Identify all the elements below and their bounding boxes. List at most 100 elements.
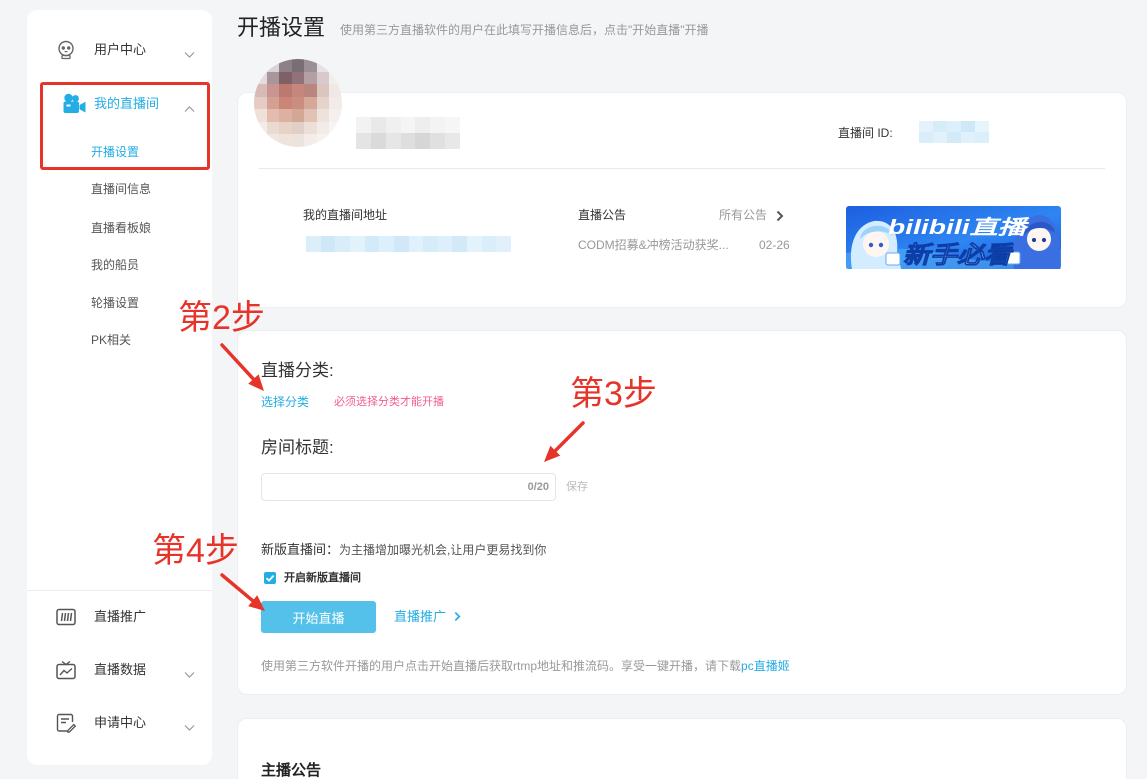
mosaic-cell bbox=[329, 109, 342, 122]
mosaic-cell bbox=[919, 132, 933, 143]
mosaic-cell bbox=[423, 236, 438, 252]
mosaic-cell bbox=[291, 59, 305, 72]
mosaic-cell bbox=[329, 59, 342, 72]
new-room-checkbox-label[interactable]: 开启新版直播间 bbox=[284, 570, 361, 586]
select-category-link[interactable]: 选择分类 bbox=[261, 394, 309, 410]
start-live-button[interactable]: 开始直播 bbox=[261, 601, 376, 633]
all-announcements-link[interactable]: 所有公告 bbox=[719, 207, 767, 223]
mosaic-cell bbox=[279, 59, 292, 72]
chevron-down-icon bbox=[184, 719, 195, 731]
mosaic-cell bbox=[437, 236, 453, 252]
mosaic-cell bbox=[316, 71, 330, 85]
mosaic-cell bbox=[254, 59, 267, 72]
room-title-input[interactable] bbox=[262, 474, 512, 500]
sidebar-item-label: 我的直播间 bbox=[94, 96, 160, 111]
mosaic-cell bbox=[291, 71, 305, 85]
user-face-icon bbox=[56, 40, 76, 60]
mosaic-cell bbox=[266, 71, 280, 85]
mosaic-cell bbox=[266, 109, 280, 122]
mosaic-cell bbox=[349, 236, 365, 252]
page-root: 用户中心 我的直播间 开播设置 直播间信息 直播看板娘 我的船员 轮播设置 PK… bbox=[0, 0, 1147, 779]
mosaic-cell bbox=[291, 96, 305, 110]
mosaic-cell bbox=[304, 71, 317, 85]
chevron-right-icon bbox=[454, 610, 461, 626]
sidebar-divider bbox=[27, 590, 212, 591]
mosaic-cell bbox=[316, 134, 330, 147]
sidebar-item-label: 直播推广 bbox=[94, 609, 147, 624]
mosaic-cell bbox=[415, 133, 431, 149]
sidebar-subitem-room-info[interactable]: 直播间信息 bbox=[91, 179, 151, 199]
mosaic-cell bbox=[975, 132, 989, 143]
live-promotion-label: 直播推广 bbox=[394, 609, 447, 624]
mosaic-cell bbox=[316, 84, 330, 97]
streamer-notice-title: 主播公告 bbox=[261, 762, 322, 779]
mosaic-cell bbox=[304, 121, 317, 135]
mosaic-cell bbox=[379, 236, 394, 252]
mosaic-cell bbox=[430, 117, 446, 133]
sidebar-subitem-crew[interactable]: 我的船员 bbox=[91, 255, 139, 275]
mosaic-cell bbox=[496, 236, 511, 252]
sidebar: 用户中心 我的直播间 开播设置 直播间信息 直播看板娘 我的船员 轮播设置 PK… bbox=[27, 10, 212, 765]
mosaic-cell bbox=[408, 236, 424, 252]
mosaic-cell bbox=[316, 59, 330, 72]
mosaic-cell bbox=[933, 121, 947, 132]
mosaic-cell bbox=[975, 121, 989, 132]
sidebar-subitem-pk[interactable]: PK相关 bbox=[91, 330, 131, 350]
mosaic-cell bbox=[254, 96, 267, 110]
sidebar-subitem-stream-settings[interactable]: 开播设置 bbox=[91, 142, 139, 162]
mosaic-cell bbox=[393, 236, 409, 252]
newbie-guide-banner[interactable]: bilibili直播 新手必看 bbox=[846, 206, 1061, 269]
mosaic-cell bbox=[415, 117, 431, 133]
mosaic-cell bbox=[481, 236, 497, 252]
sidebar-item-promotion[interactable]: 直播推广 bbox=[27, 602, 212, 632]
mosaic-cell bbox=[356, 117, 371, 133]
footer-note-text: 使用第三方软件开播的用户点击开始直播后获取rtmp地址和推流码。享受一键开播，请… bbox=[261, 659, 742, 673]
mosaic-cell bbox=[304, 59, 317, 72]
document-edit-icon bbox=[56, 713, 76, 733]
mosaic-cell bbox=[335, 236, 350, 252]
tv-chart-icon bbox=[56, 660, 76, 680]
download-pc-app-link[interactable]: pc直播姬 bbox=[741, 659, 790, 673]
sidebar-item-my-live-room[interactable]: 我的直播间 bbox=[27, 89, 212, 119]
mosaic-cell bbox=[266, 134, 280, 147]
new-room-checkbox[interactable] bbox=[264, 572, 276, 584]
mosaic-cell bbox=[291, 134, 305, 147]
mosaic-cell bbox=[947, 132, 961, 143]
mosaic-cell bbox=[370, 133, 386, 149]
mosaic-cell bbox=[320, 236, 336, 252]
sidebar-item-label: 直播数据 bbox=[94, 662, 147, 677]
mosaic-cell bbox=[452, 236, 468, 252]
latest-announcement-title[interactable]: CODM招募&冲榜活动获奖... bbox=[578, 237, 729, 253]
mosaic-cell bbox=[266, 59, 280, 72]
mosaic-cell bbox=[400, 117, 416, 133]
mosaic-cell bbox=[266, 84, 280, 97]
chevron-right-icon bbox=[776, 209, 784, 222]
sidebar-subitem-carousel[interactable]: 轮播设置 bbox=[91, 293, 139, 313]
sidebar-item-live-data[interactable]: 直播数据 bbox=[27, 655, 212, 685]
sidebar-item-label: 申请中心 bbox=[94, 715, 147, 730]
banner-subtitle: 新手必看 bbox=[903, 242, 1014, 269]
room-id-label: 直播间 ID: bbox=[838, 126, 893, 140]
blurred-username bbox=[356, 117, 460, 149]
mosaic-cell bbox=[279, 121, 292, 135]
chevron-up-icon bbox=[184, 100, 195, 112]
streamer-notice-card: 主播公告 bbox=[237, 718, 1127, 779]
live-promotion-link[interactable]: 直播推广 bbox=[394, 609, 461, 626]
mosaic-cell bbox=[306, 236, 321, 252]
mosaic-cell bbox=[316, 96, 330, 110]
sidebar-item-user-center[interactable]: 用户中心 bbox=[27, 35, 212, 65]
mosaic-cell bbox=[304, 96, 317, 110]
sidebar-subitem-mascot[interactable]: 直播看板娘 bbox=[91, 218, 151, 238]
mosaic-cell bbox=[933, 132, 947, 143]
mosaic-cell bbox=[304, 84, 317, 97]
room-address-label: 我的直播间地址 bbox=[303, 208, 388, 222]
mosaic-cell bbox=[279, 96, 292, 110]
mosaic-cell bbox=[445, 133, 460, 149]
mosaic-cell bbox=[291, 109, 305, 122]
sidebar-item-application-center[interactable]: 申请中心 bbox=[27, 708, 212, 738]
mosaic-cell bbox=[400, 133, 416, 149]
mosaic-cell bbox=[266, 121, 280, 135]
mosaic-cell bbox=[279, 134, 292, 147]
mosaic-cell bbox=[304, 134, 317, 147]
save-title-button[interactable]: 保存 bbox=[566, 479, 588, 495]
